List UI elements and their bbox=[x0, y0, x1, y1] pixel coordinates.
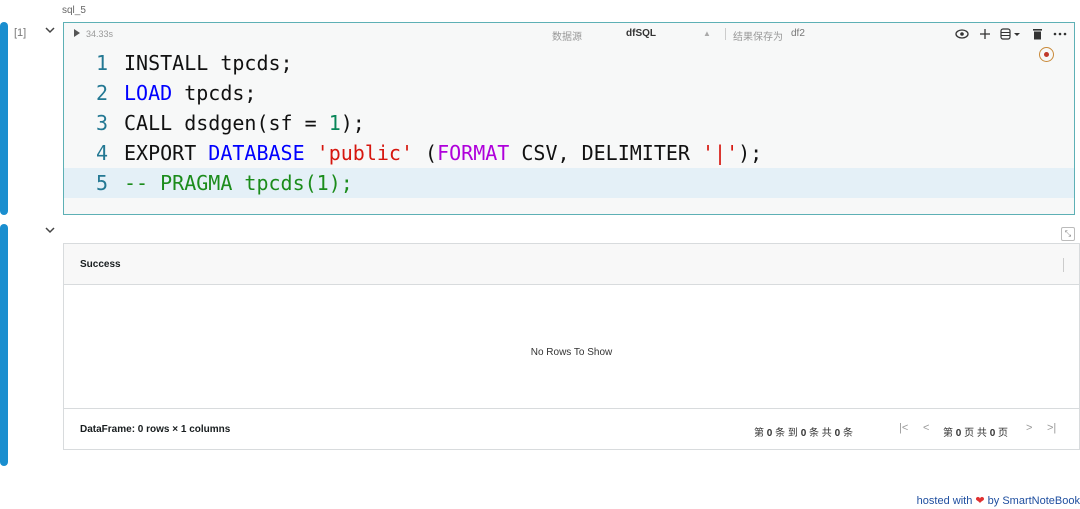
page-indicator: 第 0 页 共 0 页 bbox=[943, 428, 1009, 439]
execution-count: [1] bbox=[14, 27, 27, 39]
more-icon[interactable] bbox=[1052, 26, 1068, 42]
code-token: ); bbox=[738, 141, 763, 165]
line-number: 1 bbox=[95, 51, 108, 75]
input-collapse-bar[interactable] bbox=[0, 22, 8, 215]
code-token: 1 bbox=[328, 111, 341, 135]
datasource-label: 数据源 bbox=[552, 32, 582, 43]
plus-icon[interactable] bbox=[977, 26, 993, 42]
code-line[interactable]: 4 EXPORT DATABASE 'public' (FORMAT CSV, D… bbox=[64, 138, 1074, 168]
next-page-button[interactable]: > bbox=[1026, 422, 1032, 434]
column-resize-handle[interactable] bbox=[1063, 258, 1064, 272]
save-as-label: 结果保存为 bbox=[733, 32, 783, 43]
code-token: EXPORT bbox=[124, 141, 209, 165]
output-collapse-bar[interactable] bbox=[0, 224, 8, 466]
save-as-input[interactable]: df2 bbox=[791, 28, 805, 39]
code-token: ); bbox=[340, 111, 365, 135]
cell-name: sql_5 bbox=[62, 5, 86, 16]
toolbar-icons bbox=[954, 26, 1068, 42]
line-number: 2 bbox=[95, 81, 108, 105]
code-token: FORMAT bbox=[437, 141, 510, 165]
code-token: -- PRAGMA tpcds(1); bbox=[124, 171, 353, 195]
result-grid: Success No Rows To Show DataFrame: 0 row… bbox=[63, 243, 1080, 450]
elapsed-time: 34.33s bbox=[86, 29, 114, 39]
column-header-success[interactable]: Success bbox=[80, 259, 121, 270]
code-line[interactable]: 3 CALL dsdgen(sf = 1); bbox=[64, 108, 1074, 138]
first-page-button[interactable]: |< bbox=[899, 422, 908, 434]
hosted-with-footer: hosted with ❤ by SmartNoteBook bbox=[917, 494, 1080, 507]
code-token: ( bbox=[413, 141, 438, 165]
code-token: LOAD bbox=[124, 81, 173, 105]
code-line[interactable]: 2 LOAD tpcds; bbox=[64, 78, 1074, 108]
run-icon[interactable] bbox=[74, 29, 80, 37]
no-rows-message: No Rows To Show bbox=[530, 347, 613, 358]
hosted-prefix: hosted with bbox=[916, 495, 973, 507]
datasource-caret-icon[interactable]: ▲ bbox=[703, 29, 711, 38]
pagination-summary: 第 0 条 到 0 条 共 0 条 bbox=[754, 428, 853, 439]
expand-output-icon[interactable]: ⤡ bbox=[1061, 227, 1075, 241]
code-token: CALL dsdgen(sf = bbox=[124, 111, 329, 135]
code-token: DATABASE bbox=[208, 141, 305, 165]
code-token: INSTALL tpcds; bbox=[124, 51, 293, 75]
trash-icon[interactable] bbox=[1029, 26, 1045, 42]
prev-page-button[interactable]: < bbox=[923, 422, 929, 434]
dataframe-info: DataFrame: 0 rows × 1 columns bbox=[80, 424, 231, 435]
code-line[interactable]: 1 INSTALL tpcds; bbox=[64, 48, 1074, 78]
code-token: CSV, DELIMITER bbox=[509, 141, 702, 165]
collapse-input-chevron-icon[interactable] bbox=[45, 26, 55, 37]
code-token: 'public' bbox=[316, 141, 413, 165]
eye-icon[interactable] bbox=[954, 26, 970, 42]
code-lines[interactable]: 1 INSTALL tpcds; 2 LOAD tpcds; 3 CALL dsdgen(… bbox=[64, 48, 1074, 198]
cell-toolbar: 34.33s 数据源 dfSQL ▲ 结果保存为 df2 bbox=[64, 23, 1074, 45]
line-number: 5 bbox=[95, 171, 108, 195]
last-page-button[interactable]: >| bbox=[1047, 422, 1056, 434]
heart-icon: ❤ bbox=[975, 495, 985, 507]
line-number: 3 bbox=[95, 111, 108, 135]
code-editor[interactable]: 34.33s 数据源 dfSQL ▲ 结果保存为 df2 1 INSTALL tp bbox=[63, 22, 1075, 215]
grid-footer: DataFrame: 0 rows × 1 columns 第 0 条 到 0 … bbox=[64, 408, 1079, 449]
grid-header: Success bbox=[64, 244, 1079, 285]
toolbar-divider bbox=[725, 28, 726, 40]
datasource-select[interactable]: dfSQL bbox=[626, 28, 656, 39]
line-number: 4 bbox=[95, 141, 108, 165]
collapse-output-chevron-icon[interactable] bbox=[45, 226, 55, 237]
hosted-suffix[interactable]: by SmartNoteBook bbox=[988, 495, 1080, 507]
code-line[interactable]: 5 -- PRAGMA tpcds(1); bbox=[64, 168, 1074, 198]
code-token: tpcds; bbox=[172, 81, 257, 105]
code-token: '|' bbox=[702, 141, 739, 165]
database-icon[interactable] bbox=[1000, 26, 1022, 42]
